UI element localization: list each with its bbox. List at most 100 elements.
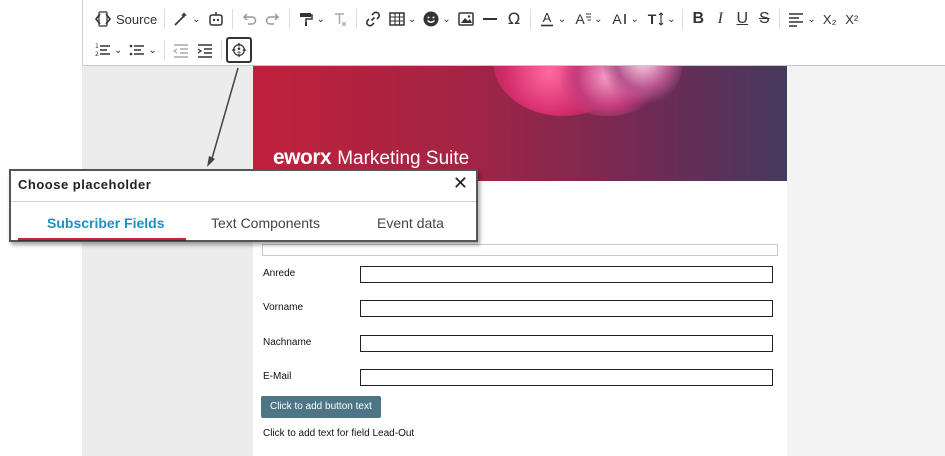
paint-roller-icon <box>299 13 313 26</box>
bold-icon: B <box>692 10 705 27</box>
svg-text:2: 2 <box>95 51 99 58</box>
font-family-button[interactable]: A ⌄ <box>606 6 642 32</box>
svg-text:A: A <box>612 11 622 27</box>
insert-placeholder-button[interactable] <box>225 37 252 63</box>
indent-icon <box>197 44 212 58</box>
tab-text-components[interactable]: Text Components <box>211 215 320 231</box>
superscript-button[interactable]: X² <box>841 6 863 32</box>
undo-icon <box>242 13 256 25</box>
bulleted-list-button[interactable]: ⌄ <box>125 37 159 63</box>
format-painter-button[interactable]: ⌄ <box>294 6 328 32</box>
bold-button[interactable]: B <box>687 6 709 32</box>
source-button[interactable]: Source <box>91 6 160 32</box>
chevron-down-icon: ⌄ <box>407 13 417 25</box>
field-label: Nachname <box>263 337 312 348</box>
magic-wand-icon <box>174 12 188 26</box>
lead-out-text[interactable]: Click to add text for field Lead-Out <box>263 428 414 439</box>
toolbar-row-1: Source ⌄ ⌄ ⌄ ⌄ Ω A ⌄ A ⌄ A ⌄ T ⌄ B I U S… <box>91 4 863 34</box>
text-style-button[interactable]: T ⌄ <box>642 6 678 32</box>
underline-button[interactable]: U <box>731 6 753 32</box>
header-banner: eworx Marketing Suite <box>253 66 787 181</box>
chevron-down-icon: ⌄ <box>442 13 451 25</box>
close-icon[interactable]: ✕ <box>453 173 468 194</box>
source-label: Source <box>116 11 158 27</box>
vorname-input[interactable] <box>360 300 773 317</box>
numbered-list-button[interactable]: 12 ⌄ <box>91 37 125 63</box>
tab-subscriber-fields[interactable]: Subscriber Fields <box>47 215 164 231</box>
horizontal-line-button[interactable] <box>478 6 502 32</box>
field-label: Anrede <box>263 268 296 279</box>
emoji-button[interactable]: ⌄ <box>419 6 453 32</box>
email-input[interactable] <box>360 369 773 386</box>
ai-assistant-button[interactable]: ⌄ <box>169 6 203 32</box>
email-document: eworx Marketing Suite Anrede Vorname Nach… <box>253 66 787 456</box>
chevron-down-icon: ⌄ <box>666 13 676 25</box>
chevron-down-icon: ⌄ <box>630 13 639 25</box>
table-icon <box>389 12 405 26</box>
tab-event-data[interactable]: Event data <box>377 215 444 231</box>
nachname-input[interactable] <box>360 335 773 352</box>
redo-button[interactable] <box>261 6 285 32</box>
special-characters-button[interactable]: Ω <box>502 6 526 32</box>
form-field-row: Anrede <box>263 266 775 284</box>
choose-placeholder-dialog: Choose placeholder ✕ Subscriber Fields T… <box>9 169 478 242</box>
bulleted-list-icon <box>130 44 145 56</box>
redo-icon <box>265 13 279 25</box>
indent-button[interactable] <box>193 37 217 63</box>
field-label: Vorname <box>263 302 304 313</box>
ai-commands-button[interactable] <box>204 6 228 32</box>
image-button[interactable] <box>454 6 478 32</box>
font-family-icon: A <box>612 11 626 27</box>
numbered-list-icon: 12 <box>95 43 110 58</box>
svg-text:A: A <box>575 11 585 27</box>
table-button[interactable]: ⌄ <box>385 6 419 32</box>
font-color-icon: A <box>540 10 553 27</box>
svg-text:1: 1 <box>95 43 99 50</box>
brand-title: eworx Marketing Suite <box>273 146 469 170</box>
italic-button[interactable]: I <box>709 6 731 32</box>
form-field-row: Vorname <box>263 300 775 318</box>
link-button[interactable] <box>361 6 385 32</box>
strikethrough-icon: S <box>758 10 770 27</box>
strikethrough-button[interactable]: S <box>753 6 775 32</box>
add-button-text-button[interactable]: Click to add button text <box>261 396 381 418</box>
anrede-input[interactable] <box>360 266 773 283</box>
image-icon <box>458 12 474 26</box>
subscript-icon: X₂ <box>822 11 837 27</box>
chevron-down-icon: ⌄ <box>807 13 816 25</box>
chevron-down-icon: ⌄ <box>594 13 603 25</box>
editor-toolbar: Source ⌄ ⌄ ⌄ ⌄ Ω A ⌄ A ⌄ A ⌄ T ⌄ B I U S… <box>82 0 945 66</box>
remove-format-button[interactable] <box>328 6 352 32</box>
undo-button[interactable] <box>237 6 261 32</box>
chevron-down-icon: ⌄ <box>148 44 157 56</box>
chevron-down-icon: ⌄ <box>192 13 201 25</box>
smiley-icon <box>423 11 439 27</box>
outdent-icon <box>172 44 188 58</box>
placeholder-target-icon <box>231 42 246 58</box>
svg-text:T: T <box>648 11 657 27</box>
chevron-down-icon: ⌄ <box>316 13 325 25</box>
toolbar-row-2: 12 ⌄ ⌄ <box>91 35 252 65</box>
field-label: E-Mail <box>263 371 292 382</box>
font-color-button[interactable]: A ⌄ <box>535 6 569 32</box>
chevron-down-icon: ⌄ <box>557 13 567 25</box>
form-field-row: Nachname <box>263 335 775 353</box>
svg-text:A: A <box>542 10 551 25</box>
outdent-button[interactable] <box>169 37 193 63</box>
link-icon <box>366 11 380 27</box>
robot-edit-icon <box>208 12 223 26</box>
dialog-title: Choose placeholder <box>18 177 152 192</box>
superscript-icon: X² <box>845 11 859 27</box>
italic-icon: I <box>717 10 723 27</box>
source-icon <box>94 11 112 27</box>
alignment-button[interactable]: ⌄ <box>784 6 818 32</box>
font-size-button[interactable]: A ⌄ <box>569 6 605 32</box>
font-size-icon: A <box>575 11 592 27</box>
empty-text-block[interactable] <box>262 244 778 256</box>
omega-icon: Ω <box>508 10 520 28</box>
text-height-icon: T <box>648 11 664 27</box>
svg-text:Ω: Ω <box>508 10 520 28</box>
subscript-button[interactable]: X₂ <box>819 6 841 32</box>
eworx-logo: eworx <box>273 146 332 169</box>
form-field-row: E-Mail <box>263 369 775 387</box>
